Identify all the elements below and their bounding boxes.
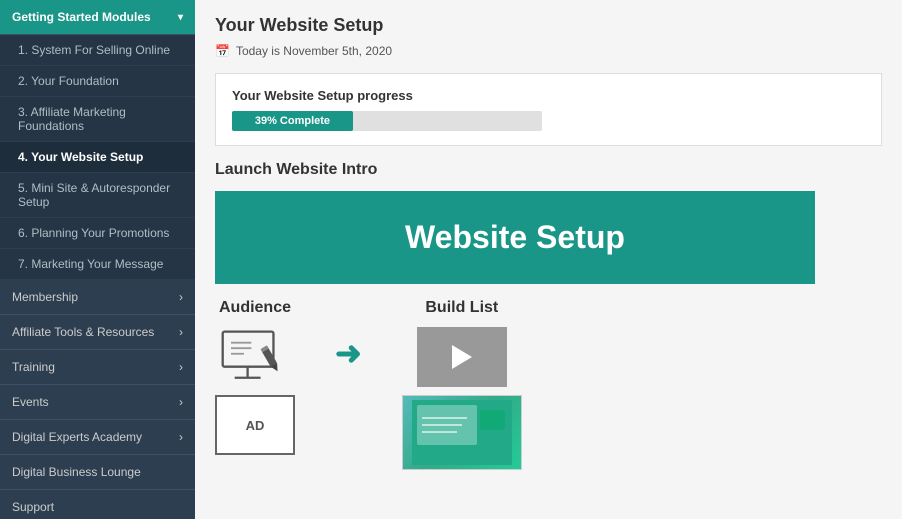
- audience-label: Audience: [219, 299, 291, 317]
- sidebar-item-7[interactable]: 7. Marketing Your Message: [0, 249, 195, 280]
- section-title: Launch Website Intro: [215, 161, 882, 179]
- chevron-right-icon: ›: [179, 360, 183, 374]
- calendar-icon: 📅: [215, 44, 230, 58]
- chevron-down-icon: ▾: [178, 12, 183, 23]
- sidebar-section-label: Getting Started Modules: [12, 10, 151, 24]
- chevron-right-icon: ›: [179, 395, 183, 409]
- sidebar-item-5[interactable]: 5. Mini Site & Autoresponder Setup: [0, 173, 195, 218]
- sidebar: Getting Started Modules ▾ 1. System For …: [0, 0, 195, 519]
- play-triangle-icon: [452, 345, 472, 369]
- progress-label: Your Website Setup progress: [232, 88, 865, 103]
- page-title: Your Website Setup: [215, 15, 882, 36]
- play-button[interactable]: [417, 327, 507, 387]
- thumbnail-image: [403, 396, 521, 469]
- video-banner[interactable]: Website Setup: [215, 191, 815, 284]
- sidebar-item-1[interactable]: 1. System For Selling Online: [0, 35, 195, 66]
- sidebar-section-getting-started[interactable]: Getting Started Modules ▾: [0, 0, 195, 35]
- progress-text: 39% Complete: [255, 115, 330, 127]
- build-list-column: Build List: [402, 299, 522, 470]
- progress-box: Your Website Setup progress 39% Complete: [215, 73, 882, 146]
- sidebar-section-membership-label: Membership: [12, 290, 78, 304]
- chevron-right-icon: ›: [179, 430, 183, 444]
- video-title: Website Setup: [405, 219, 625, 255]
- audience-column: Audience: [215, 299, 295, 455]
- build-list-label: Build List: [425, 299, 498, 317]
- sidebar-section-events-label: Events: [12, 395, 49, 409]
- sidebar-item-training[interactable]: Training ›: [0, 350, 195, 385]
- sidebar-item-support[interactable]: Support: [0, 490, 195, 519]
- date-bar: 📅 Today is November 5th, 2020: [215, 44, 882, 58]
- monitor-icon: [215, 327, 295, 387]
- ad-icon: AD: [215, 395, 295, 455]
- sidebar-submenu: 1. System For Selling Online 2. Your Fou…: [0, 35, 195, 280]
- sidebar-section-digital-business-label: Digital Business Lounge: [12, 465, 141, 479]
- progress-bar-fill: 39% Complete: [232, 111, 353, 131]
- arrow-container: ➜: [335, 334, 362, 372]
- sidebar-item-digital-business[interactable]: Digital Business Lounge: [0, 455, 195, 490]
- audience-build-row: Audience: [215, 299, 815, 470]
- sidebar-section-training-label: Training: [12, 360, 55, 374]
- chevron-right-icon: ›: [179, 325, 183, 339]
- progress-bar-background: 39% Complete: [232, 111, 542, 131]
- sidebar-item-6[interactable]: 6. Planning Your Promotions: [0, 218, 195, 249]
- sidebar-item-4[interactable]: 4. Your Website Setup: [0, 142, 195, 173]
- chevron-right-icon: ›: [179, 290, 183, 304]
- thumbnail-svg: [412, 400, 512, 465]
- sidebar-item-2[interactable]: 2. Your Foundation: [0, 66, 195, 97]
- date-text: Today is November 5th, 2020: [236, 44, 392, 58]
- sidebar-section-affiliate-label: Affiliate Tools & Resources: [12, 325, 154, 339]
- sidebar-item-3[interactable]: 3. Affiliate Marketing Foundations: [0, 97, 195, 142]
- sidebar-section-support-label: Support: [12, 500, 54, 514]
- sidebar-item-affiliate-tools[interactable]: Affiliate Tools & Resources ›: [0, 315, 195, 350]
- video-thumbnail[interactable]: [402, 395, 522, 470]
- sidebar-item-digital-experts[interactable]: Digital Experts Academy ›: [0, 420, 195, 455]
- arrow-right-icon: ➜: [335, 334, 362, 372]
- video-teal-bg: Website Setup: [215, 191, 815, 284]
- sidebar-item-events[interactable]: Events ›: [0, 385, 195, 420]
- sidebar-item-membership[interactable]: Membership ›: [0, 280, 195, 315]
- main-content: Your Website Setup 📅 Today is November 5…: [195, 0, 902, 519]
- sidebar-section-digital-experts-label: Digital Experts Academy: [12, 430, 142, 444]
